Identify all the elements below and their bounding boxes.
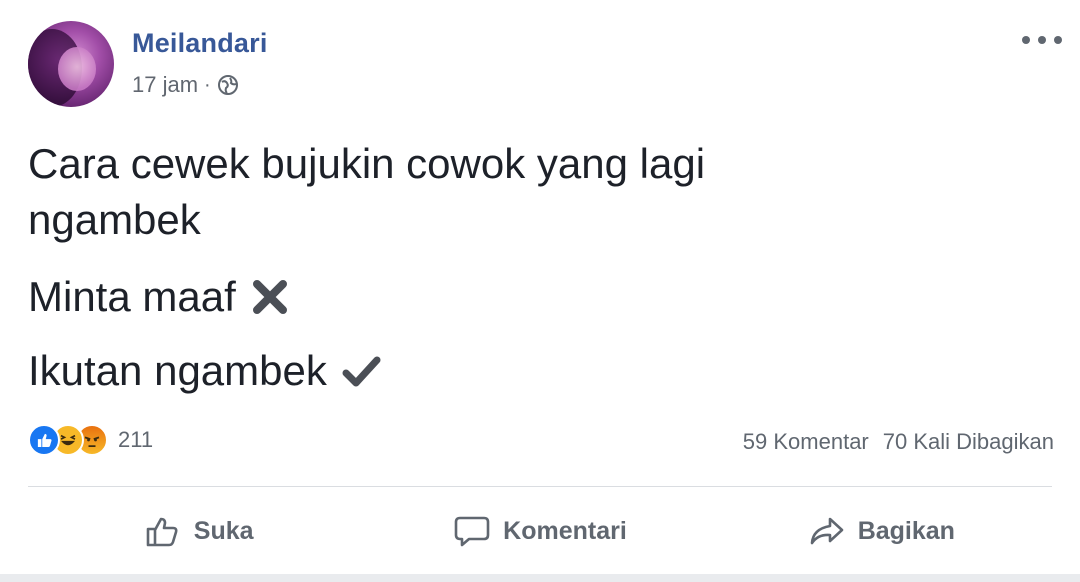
globe-icon[interactable] (217, 74, 239, 96)
post-bottom-border (0, 574, 1080, 582)
reactions-summary[interactable]: 211 (28, 424, 153, 456)
comment-label: Komentari (503, 516, 627, 545)
post-stats: 59 Komentar 70 Kali Dibagikan (743, 429, 1054, 455)
post-meta: 17 jam · (132, 72, 239, 98)
like-reaction-icon (28, 424, 60, 456)
post-text-ikutan-ngambek: Ikutan ngambek (28, 347, 327, 394)
post-time[interactable]: 17 jam (132, 72, 198, 98)
more-options-icon[interactable] (1022, 30, 1062, 50)
thumbs-up-icon (146, 517, 178, 547)
share-label: Bagikan (857, 516, 955, 545)
avatar[interactable] (28, 21, 114, 107)
author-name[interactable]: Meilandari (132, 28, 268, 59)
post-text-minta-maaf: Minta maaf (28, 273, 236, 320)
dot (1038, 36, 1046, 44)
action-bar: Suka Komentari Bagikan (28, 500, 1052, 562)
check-mark-icon (342, 356, 381, 387)
share-button[interactable]: Bagikan (711, 500, 1052, 562)
dot (1022, 36, 1030, 44)
like-button[interactable]: Suka (28, 500, 369, 562)
comment-button[interactable]: Komentari (369, 500, 710, 562)
post-text-line: Cara cewek bujukin cowok yang lagi (28, 140, 706, 187)
post-text-line: Minta maaf (28, 272, 290, 322)
reaction-count: 211 (118, 427, 154, 452)
meta-separator: · (204, 73, 211, 96)
dot (1054, 36, 1062, 44)
post-text-line: Ikutan ngambek (28, 346, 381, 396)
comment-icon (454, 516, 490, 547)
like-label: Suka (193, 516, 254, 545)
share-icon (810, 517, 843, 545)
x-mark-icon (252, 280, 287, 315)
share-count-link[interactable]: 70 Kali Dibagikan (883, 429, 1054, 455)
comment-count-link[interactable]: 59 Komentar (743, 429, 869, 455)
divider (28, 486, 1052, 487)
post-text-line: ngambek (28, 196, 201, 243)
facebook-post: Meilandari 17 jam · Cara cewek bujukin c… (0, 0, 1080, 582)
avatar-face (58, 47, 96, 91)
